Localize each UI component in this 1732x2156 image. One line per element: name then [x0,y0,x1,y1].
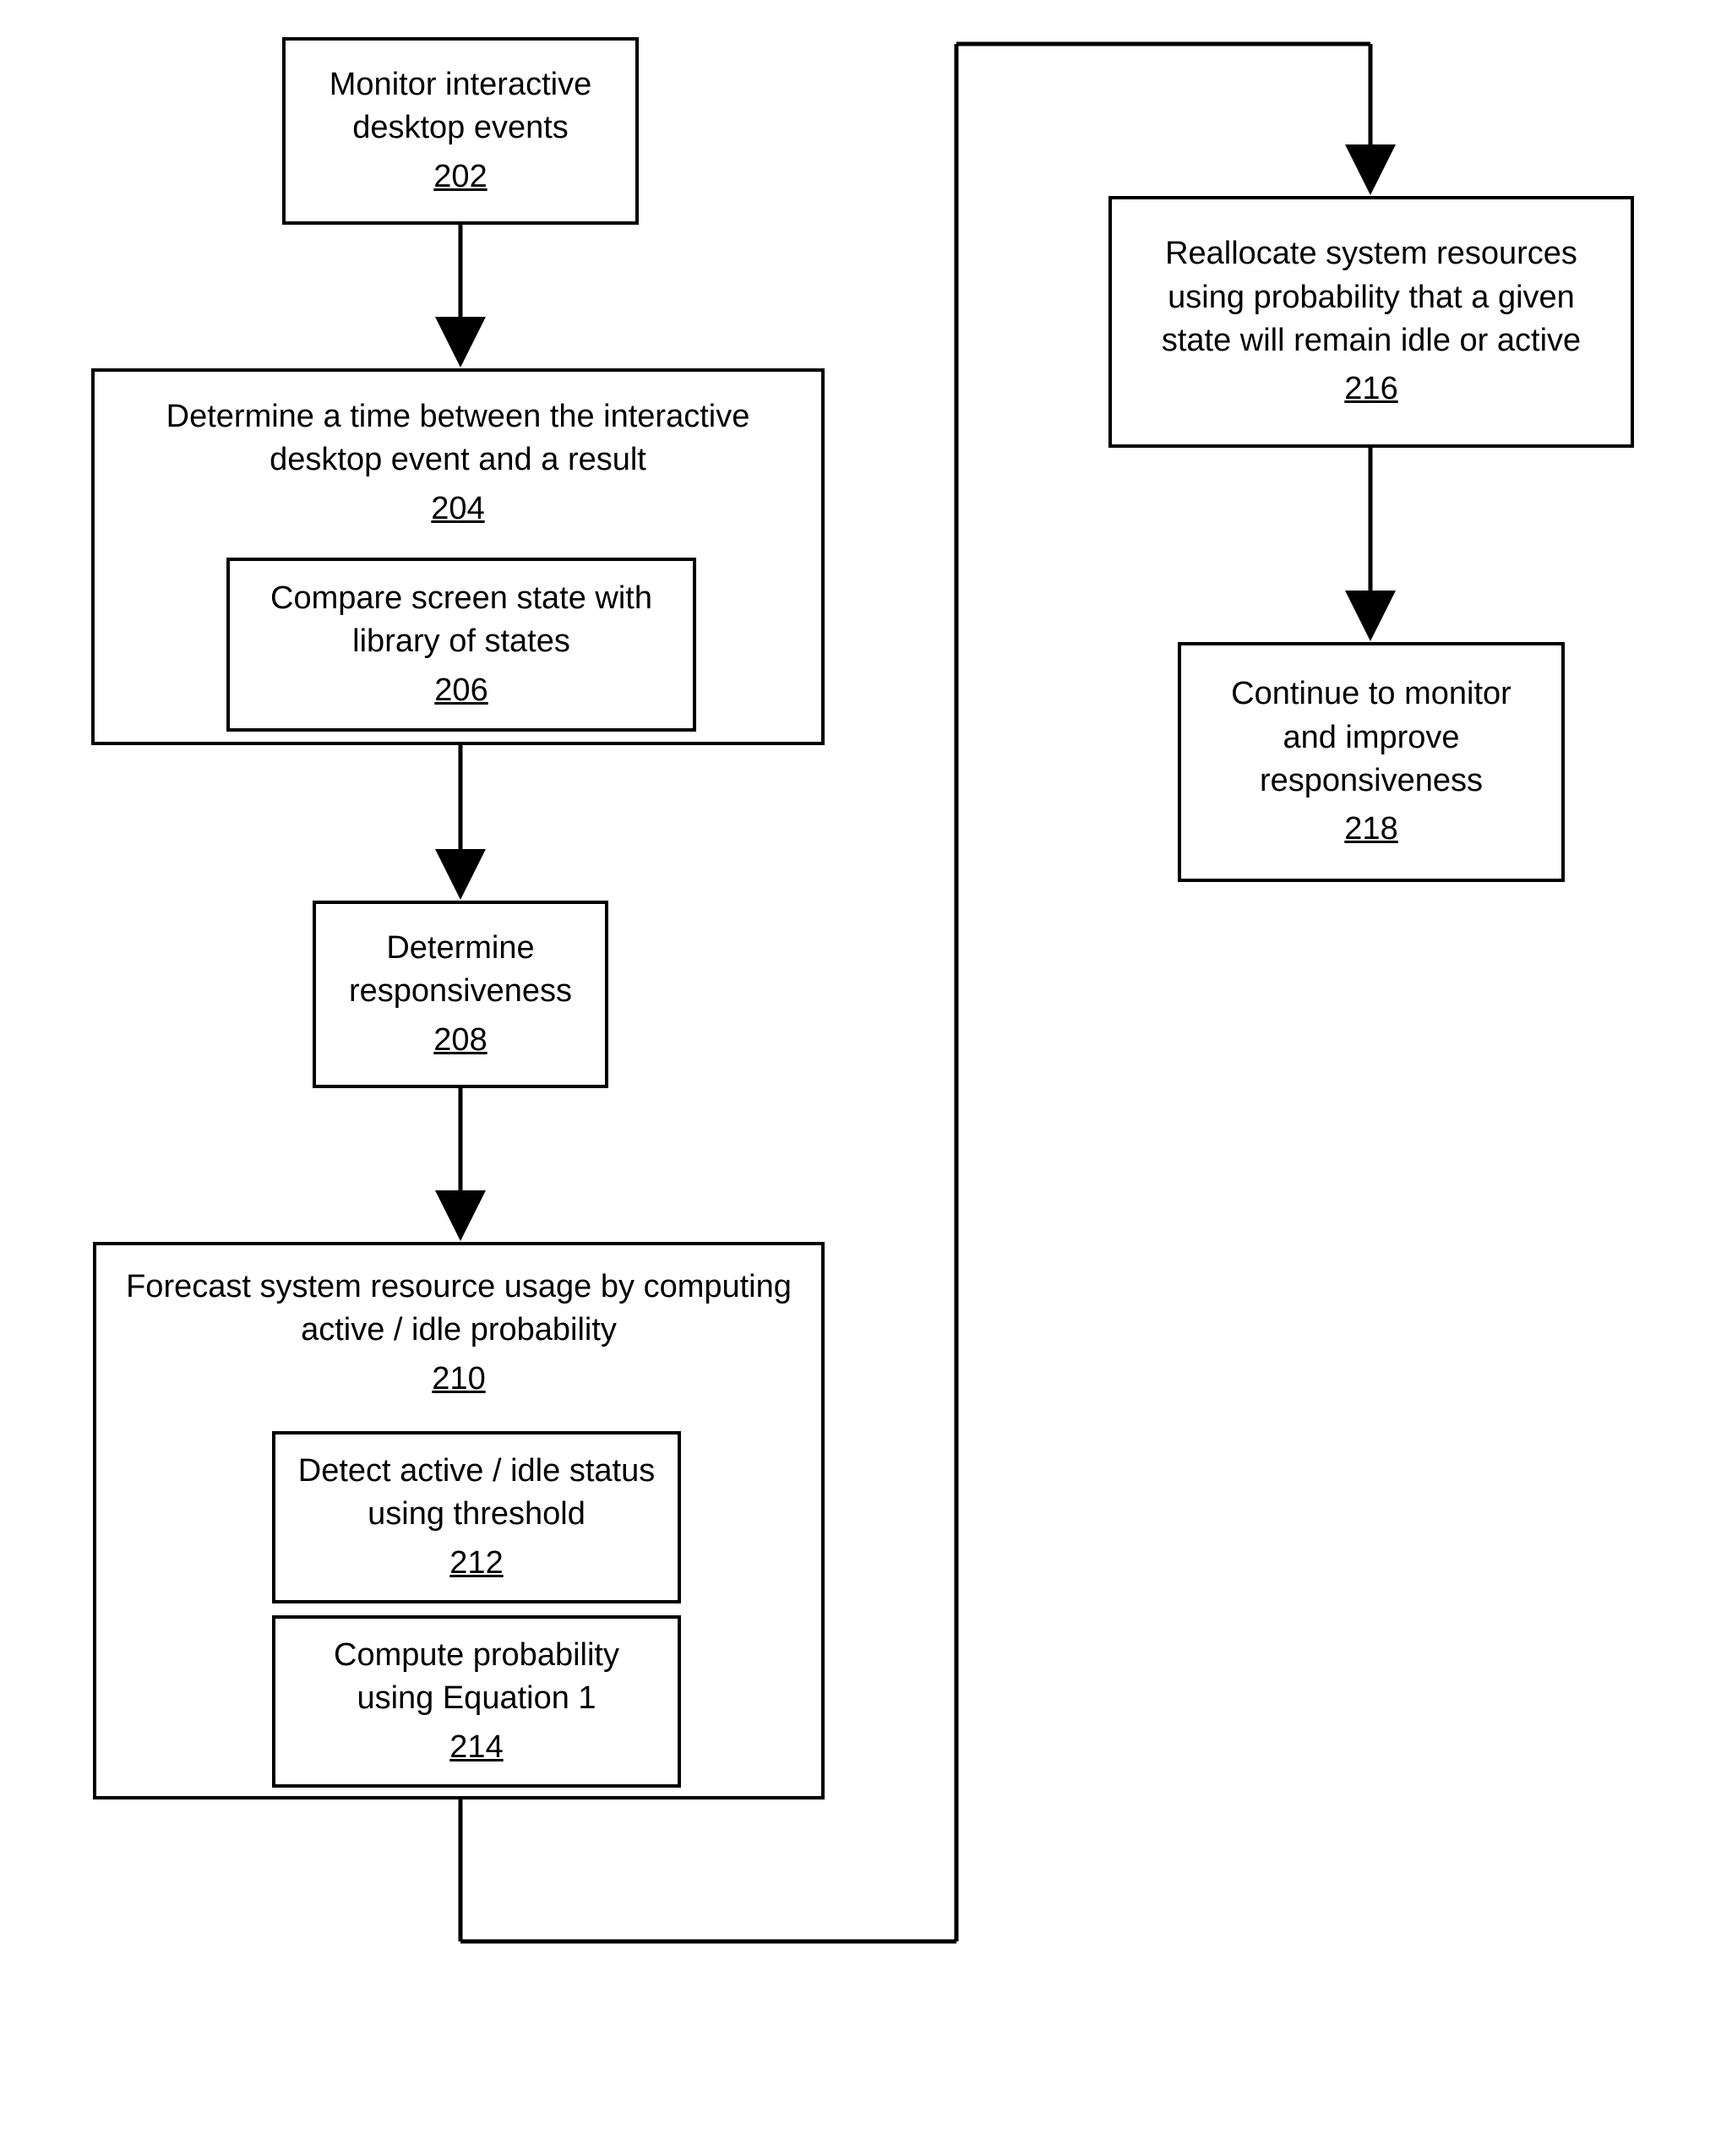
step-num: 208 [433,1019,487,1062]
step-num: 212 [449,1542,503,1585]
substep-compute-probability: Compute probability using Equation 1 214 [272,1615,681,1788]
step-monitor-events: Monitor interactive desktop events 202 [282,37,639,225]
substep-detect-status: Detect active / idle status using thresh… [272,1431,681,1603]
flowchart-canvas: Monitor interactive desktop events 202 D… [0,0,1732,2156]
step-determine-responsiveness: Determine responsiveness 208 [313,901,608,1088]
step-text: Detect active / idle status using thresh… [292,1450,661,1537]
step-num: 210 [432,1358,485,1401]
substep-compare-screen: Compare screen state with library of sta… [226,558,696,732]
step-text: Continue to monitor and improve responsi… [1201,672,1541,803]
step-reallocate-resources: Reallocate system resources using probab… [1108,196,1634,448]
step-num: 218 [1344,808,1397,851]
step-text: Compute probability using Equation 1 [292,1634,661,1721]
step-num: 216 [1344,368,1397,411]
step-num: 214 [449,1726,503,1769]
step-text: Compare screen state with library of sta… [247,577,676,664]
step-num: 202 [433,155,487,199]
step-text: Forecast system resource usage by comput… [125,1266,792,1353]
step-num: 206 [434,669,487,712]
step-text: Determine responsiveness [336,927,585,1014]
step-text: Determine a time between the interactive… [116,395,800,482]
step-text: Reallocate system resources using probab… [1132,232,1610,362]
step-text: Monitor interactive desktop events [306,63,615,150]
step-num: 204 [431,487,484,531]
step-continue-monitor: Continue to monitor and improve responsi… [1178,642,1565,882]
